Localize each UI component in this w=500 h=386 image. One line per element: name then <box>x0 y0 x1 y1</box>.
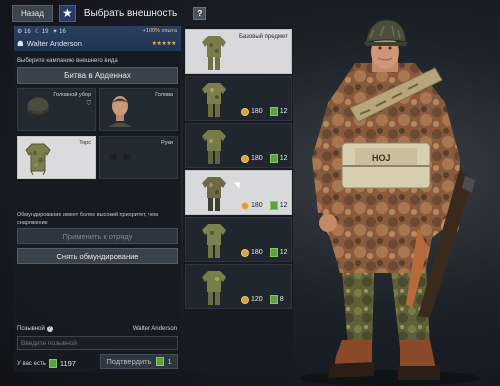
slot-head[interactable]: Голова <box>99 88 178 131</box>
slot-head-label: Голова <box>155 92 173 98</box>
price: 180 12 <box>241 248 287 257</box>
back-button[interactable]: Назад <box>12 4 53 22</box>
coin-icon <box>241 295 249 304</box>
stat-1: ⚙ 16 <box>17 29 31 35</box>
outfit-icon <box>202 36 226 70</box>
price: 120 8 <box>241 295 284 304</box>
hands-icon <box>110 153 130 161</box>
slot-headgear[interactable]: Головной убор ⛉ <box>17 88 96 131</box>
head-icon <box>109 96 131 127</box>
apply-to-squad-button[interactable]: Применить к отряду <box>17 228 178 244</box>
outfit-item[interactable]: 120 8 <box>185 264 292 309</box>
campaign-select[interactable]: Битва в Арденнах <box>17 67 178 84</box>
outfit-icon <box>202 130 226 164</box>
slot-torso-label: Торс <box>79 140 91 146</box>
left-panel: ⚙ 16 ☾ 19 ✦ 16 +100% опыта ☗ Walter Ande… <box>14 26 181 372</box>
torso-icon <box>25 143 51 175</box>
ticket-value: 8 <box>279 296 284 303</box>
price-value: 180 <box>251 202 263 209</box>
ticket-value: 12 <box>279 249 288 256</box>
ticket-icon <box>48 359 57 368</box>
shield-icon: ⛉ <box>86 101 91 107</box>
confirm-count: 1 <box>167 357 172 366</box>
rifleman-icon: ☗ <box>17 39 24 48</box>
stat-1-value: 16 <box>24 29 31 35</box>
balance-label: У вас есть <box>17 360 46 367</box>
exp-bonus: +100% опыта <box>142 28 177 34</box>
campaign-label: Выберите кампанию внешнего вида <box>17 58 118 64</box>
price: 180 12 <box>241 107 287 116</box>
slot-hands[interactable]: Руки <box>99 136 178 179</box>
outfit-item-base[interactable]: Базовый предмет <box>185 29 292 74</box>
coin-icon <box>241 154 249 163</box>
ticket-value: 12 <box>279 202 288 209</box>
balance-value: 1197 <box>59 359 76 368</box>
ticket-icon <box>269 107 278 116</box>
ticket-value: 12 <box>279 108 288 115</box>
callsign-input[interactable] <box>17 336 178 350</box>
price-value: 180 <box>251 249 263 256</box>
star-icon: ★ <box>58 4 76 22</box>
svg-text:HOJ: HOJ <box>372 153 391 163</box>
outfit-item[interactable]: 180 12 <box>185 76 292 121</box>
ticket-value: 12 <box>279 155 288 162</box>
callsign-label-text: Позывной <box>17 326 45 332</box>
callsign-label: Позывной ? <box>17 326 53 332</box>
ticket-icon <box>269 248 278 257</box>
helmet-icon <box>26 96 50 124</box>
outfit-item-selected[interactable]: 180 12 <box>185 170 292 215</box>
base-item-label: Базовый предмет <box>238 34 288 40</box>
ticket-icon <box>269 154 278 163</box>
coin-icon <box>241 201 249 210</box>
stat-2-value: 19 <box>41 29 49 35</box>
confirm-label: Подтвердить <box>106 357 152 366</box>
outfit-list: Базовый предмет 180 12 180 12 180 12 180… <box>183 26 293 372</box>
slot-headgear-label: Головной убор <box>53 92 91 98</box>
callsign-current-name: Walter Anderson <box>132 326 177 332</box>
soldier-stats: ⚙ 16 ☾ 19 ✦ 16 <box>17 28 66 35</box>
confirm-button[interactable]: Подтвердить 1 <box>100 354 178 369</box>
info-icon[interactable]: ? <box>46 326 53 332</box>
ticket-icon <box>269 201 278 210</box>
mouse-cursor-icon <box>234 179 243 189</box>
stat-3-value: 16 <box>59 29 66 35</box>
ticket-icon <box>155 357 164 366</box>
priority-note: Обмундирование имеет более высокий приор… <box>17 212 158 226</box>
slot-torso[interactable]: Торс <box>17 136 96 179</box>
soldier-name-text: Walter Anderson <box>26 39 82 48</box>
outfit-icon <box>202 271 226 305</box>
help-button[interactable]: ? <box>193 6 207 20</box>
price-value: 180 <box>251 108 263 115</box>
stat-2: ☾ 19 <box>34 29 49 35</box>
price-value: 120 <box>251 296 263 303</box>
outfit-icon <box>202 177 226 211</box>
soldier-card[interactable]: ⚙ 16 ☾ 19 ✦ 16 +100% опыта ☗ Walter Ande… <box>14 26 181 51</box>
price-value: 180 <box>251 155 263 162</box>
outfit-item[interactable]: 180 12 <box>185 123 292 168</box>
page-title: Выбрать внешность <box>83 7 178 19</box>
ticket-icon <box>269 295 278 304</box>
soldier-preview[interactable]: HOJ <box>300 18 500 386</box>
stat-3: ✦ 16 <box>52 29 66 35</box>
slot-hands-label: Руки <box>161 140 173 146</box>
remove-outfit-button[interactable]: Снять обмундирование <box>17 248 178 264</box>
top-bar: Назад ★ Выбрать внешность ? <box>12 4 207 22</box>
price: 180 12 <box>241 201 287 210</box>
outfit-icon <box>202 83 226 117</box>
coin-icon <box>241 107 249 116</box>
coin-icon <box>241 248 249 257</box>
outfit-icon <box>202 224 226 258</box>
balance: У вас есть 1197 <box>17 359 76 368</box>
soldier-name: ☗ Walter Anderson <box>17 39 82 48</box>
rank-stars: ★★★★★ <box>151 41 177 47</box>
outfit-item[interactable]: 180 12 <box>185 217 292 262</box>
price: 180 12 <box>241 154 287 163</box>
